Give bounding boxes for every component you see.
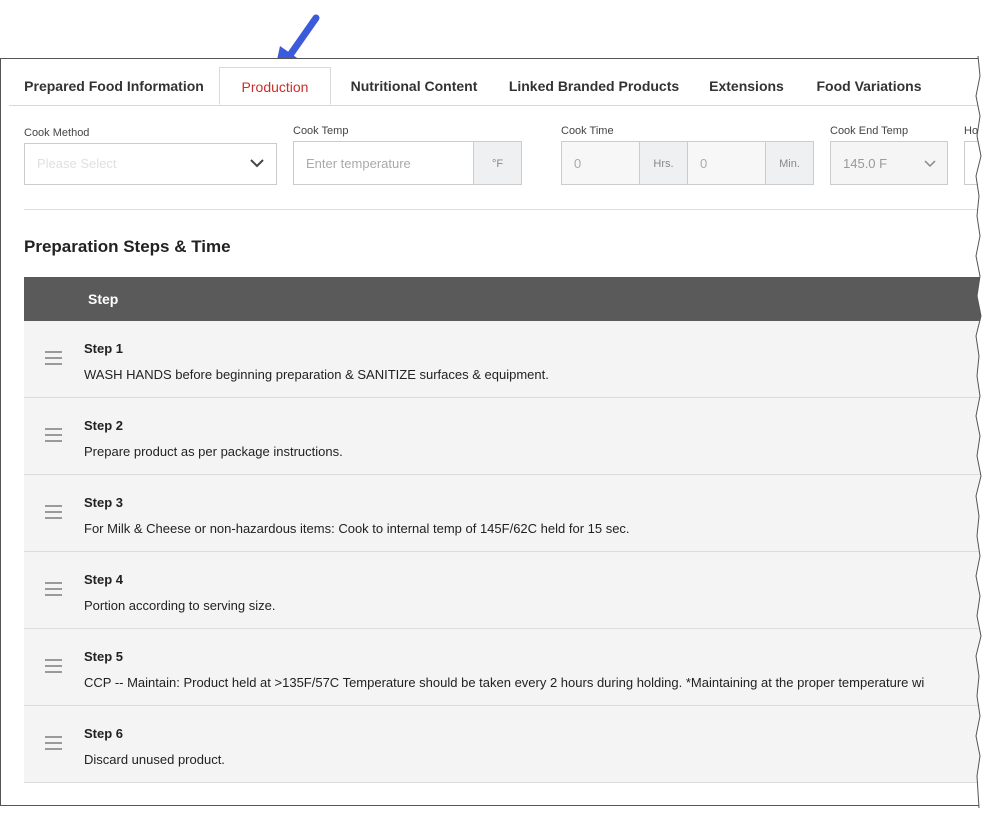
step-label: Step 3 xyxy=(84,495,124,510)
drag-handle-icon[interactable] xyxy=(45,505,62,519)
step-text: CCP -- Maintain: Product held at >135F/5… xyxy=(84,675,925,690)
drag-handle-icon[interactable] xyxy=(45,351,62,365)
step-row: Step 4 Portion according to serving size… xyxy=(24,552,982,629)
drag-handle-icon[interactable] xyxy=(45,428,62,442)
step-column-header: Step xyxy=(88,291,119,307)
cook-temp-input[interactable]: Enter temperature xyxy=(293,141,474,185)
cook-temp-unit: °F xyxy=(473,141,522,185)
divider xyxy=(24,209,982,210)
step-row: Step 5 CCP -- Maintain: Product held at … xyxy=(24,629,982,706)
tab-extensions[interactable]: Extensions xyxy=(699,67,794,105)
step-label: Step 2 xyxy=(84,418,124,433)
cook-method-select[interactable]: Please Select xyxy=(24,143,277,185)
cook-time-minutes-input[interactable]: 0 xyxy=(687,141,766,185)
step-text: WASH HANDS before beginning preparation … xyxy=(84,367,549,382)
step-label: Step 5 xyxy=(84,649,124,664)
tab-prepared-food-information[interactable]: Prepared Food Information xyxy=(9,67,219,105)
step-label: Step 4 xyxy=(84,572,124,587)
food-editor-panel: Prepared Food Information Production Nut… xyxy=(0,58,982,806)
cook-end-temp-value: 145.0 F xyxy=(843,156,888,171)
step-label: Step 6 xyxy=(84,726,124,741)
step-text: Discard unused product. xyxy=(84,752,225,767)
chevron-down-icon xyxy=(923,142,937,204)
step-row: Step 1 WASH HANDS before beginning prepa… xyxy=(24,321,982,398)
step-text: Prepare product as per package instructi… xyxy=(84,444,343,459)
chevron-down-icon xyxy=(250,144,264,200)
tab-food-variations[interactable]: Food Variations xyxy=(809,67,929,105)
step-label: Step 1 xyxy=(84,341,124,356)
cook-time-hours-unit: Hrs. xyxy=(639,141,688,185)
cook-time-hours-input[interactable]: 0 xyxy=(561,141,640,185)
tab-bar: Prepared Food Information Production Nut… xyxy=(9,67,982,106)
step-text: For Milk & Cheese or non-hazardous items… xyxy=(84,521,630,536)
tab-linked-branded-products[interactable]: Linked Branded Products xyxy=(504,67,684,105)
steps-table-header: Step xyxy=(24,277,982,321)
cook-end-temp-label: Cook End Temp xyxy=(830,125,909,137)
cook-end-temp-select[interactable]: 145.0 F xyxy=(830,141,948,185)
drag-handle-icon[interactable] xyxy=(45,659,62,673)
drag-handle-icon[interactable] xyxy=(45,736,62,750)
drag-handle-icon[interactable] xyxy=(45,582,62,596)
step-row: Step 6 Discard unused product. xyxy=(24,706,982,783)
step-text: Portion according to serving size. xyxy=(84,598,276,613)
step-row: Step 2 Prepare product as per package in… xyxy=(24,398,982,475)
cook-method-placeholder: Please Select xyxy=(37,156,117,171)
torn-edge xyxy=(970,55,985,809)
step-row: Step 3 For Milk & Cheese or non-hazardou… xyxy=(24,475,982,552)
cook-method-label: Cook Method xyxy=(24,127,90,139)
section-title: Preparation Steps & Time xyxy=(24,237,231,256)
tab-nutritional-content[interactable]: Nutritional Content xyxy=(339,67,489,105)
cook-temp-label: Cook Temp xyxy=(293,125,349,137)
cook-time-label: Cook Time xyxy=(561,125,614,137)
cook-time-minutes-unit: Min. xyxy=(765,141,814,185)
tab-production[interactable]: Production xyxy=(219,67,331,105)
